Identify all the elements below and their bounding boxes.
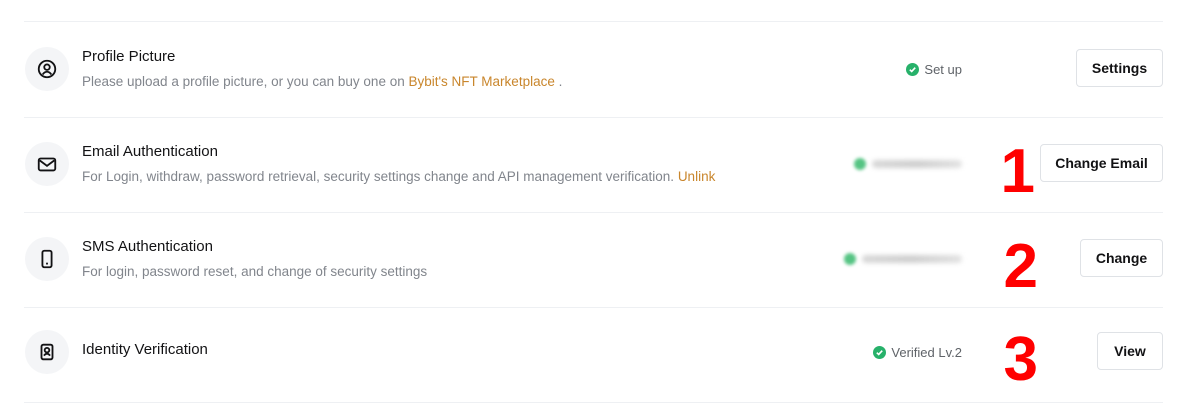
annotation-number-2: 2 — [1003, 232, 1038, 301]
masked-phone-status-dot — [844, 253, 856, 265]
email-icon-container — [25, 142, 69, 186]
identity-verification-title: Identity Verification — [82, 341, 208, 358]
masked-email-value — [854, 157, 962, 171]
identity-verification-status-text: Verified Lv.2 — [891, 345, 962, 360]
sms-authentication-description: For login, password reset, and change of… — [82, 264, 428, 279]
annotation-number-1: 1 — [1000, 137, 1035, 206]
profile-picture-row: Profile Picture Please upload a profile … — [24, 22, 1163, 118]
masked-email-text — [872, 160, 962, 168]
masked-phone-text — [862, 255, 962, 263]
security-settings-page: Profile Picture Please upload a profile … — [0, 0, 1183, 410]
profile-picture-status-text: Set up — [924, 62, 962, 77]
profile-picture-settings-button[interactable]: Settings — [1076, 49, 1163, 87]
identity-verification-status: Verified Lv.2 — [873, 345, 962, 360]
nft-marketplace-link[interactable]: Bybit's NFT Marketplace — [408, 74, 554, 89]
email-authentication-title: Email Authentication — [82, 143, 218, 160]
view-identity-button[interactable]: View — [1097, 332, 1163, 370]
check-circle-icon — [906, 63, 920, 76]
profile-icon-container — [25, 47, 69, 91]
email-unlink-link[interactable]: Unlink — [678, 169, 716, 184]
change-email-button[interactable]: Change Email — [1040, 144, 1163, 182]
annotation-number-3: 3 — [1003, 325, 1038, 394]
profile-picture-status: Set up — [906, 62, 962, 77]
sms-authentication-title: SMS Authentication — [82, 238, 213, 255]
mobile-phone-icon — [41, 249, 53, 269]
email-authentication-description-text: For Login, withdraw, password retrieval,… — [82, 169, 678, 184]
profile-picture-description-suffix: . — [558, 74, 563, 89]
user-circle-icon — [37, 59, 57, 79]
id-badge-icon — [40, 343, 54, 361]
identity-verification-row: Identity Verification Verified Lv.2 3 Vi… — [24, 307, 1163, 403]
identity-icon-container — [25, 330, 69, 374]
profile-picture-description: Please upload a profile picture, or you … — [82, 74, 562, 89]
email-authentication-row: Email Authentication For Login, withdraw… — [24, 117, 1163, 213]
verified-check-icon — [873, 346, 887, 359]
sms-icon-container — [25, 237, 69, 281]
mail-icon — [37, 157, 57, 172]
profile-picture-title: Profile Picture — [82, 48, 176, 65]
masked-phone-value — [844, 252, 962, 266]
sms-authentication-row: SMS Authentication For login, password r… — [24, 212, 1163, 308]
masked-email-status-dot — [854, 158, 866, 170]
profile-picture-description-text: Please upload a profile picture, or you … — [82, 74, 409, 89]
email-authentication-description: For Login, withdraw, password retrieval,… — [82, 169, 715, 184]
change-sms-button[interactable]: Change — [1080, 239, 1163, 277]
